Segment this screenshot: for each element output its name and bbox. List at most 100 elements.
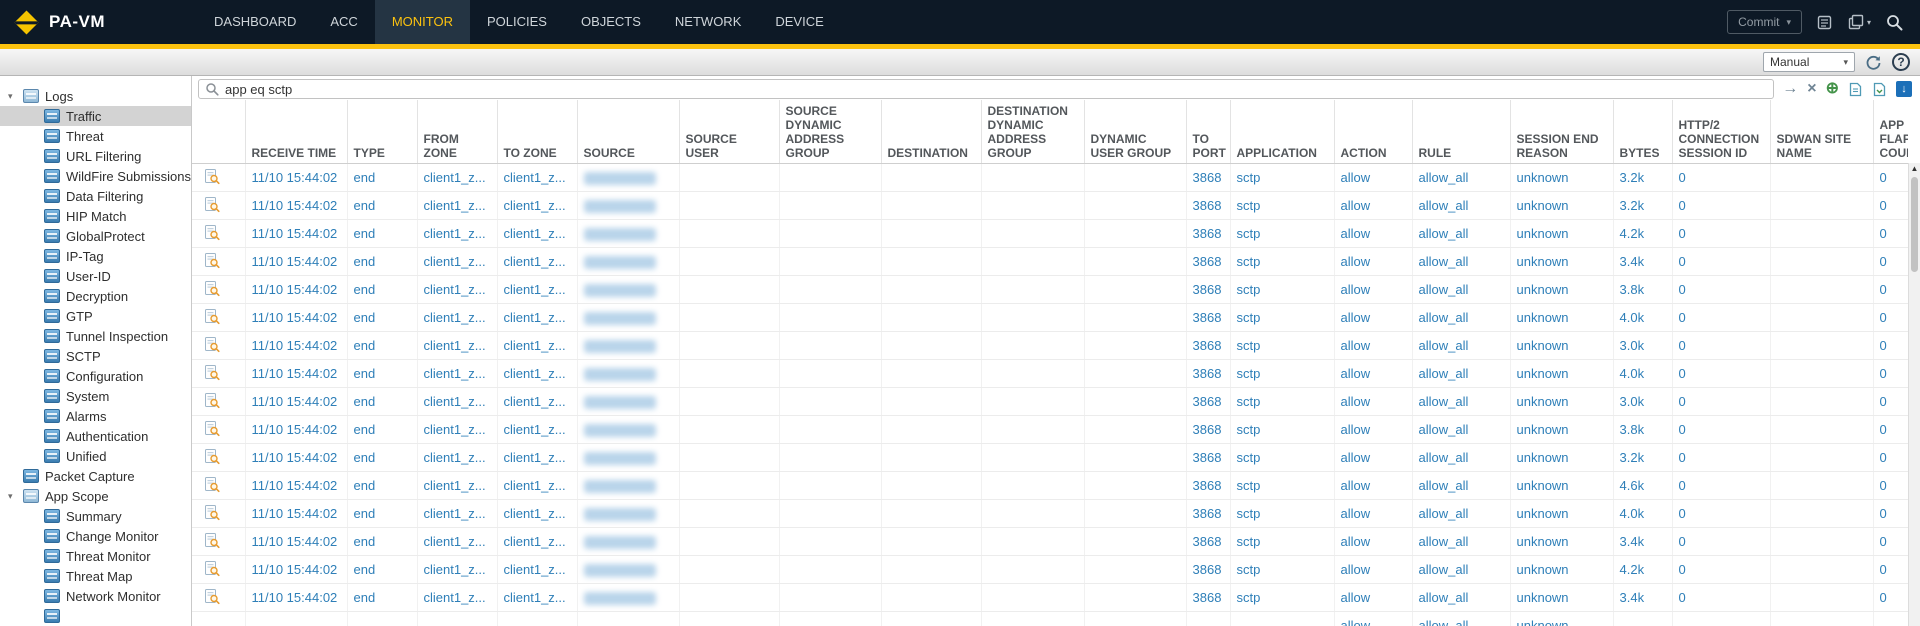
- sidebar-item-threat-map[interactable]: Threat Map: [0, 566, 191, 586]
- sidebar-item-sctp[interactable]: SCTP: [0, 346, 191, 366]
- clear-filter-icon[interactable]: ×: [1807, 81, 1816, 97]
- tab-dashboard[interactable]: DASHBOARD: [197, 0, 313, 44]
- log-row[interactable]: 11/10 15:44:02 end client1_z... client1_z..…: [192, 331, 1908, 360]
- refresh-interval-select[interactable]: Manual ▾: [1763, 52, 1855, 72]
- sidebar-item-hip-match[interactable]: HIP Match: [0, 206, 191, 226]
- sidebar-item-decryption[interactable]: Decryption: [0, 286, 191, 306]
- log-row[interactable]: allow allow_all unknown: [192, 611, 1908, 626]
- global-find-icon[interactable]: [1885, 13, 1904, 32]
- column-header-source-dynamic-address-group[interactable]: SOURCE DYNAMIC ADDRESS GROUP: [779, 100, 882, 164]
- tab-acc[interactable]: ACC: [313, 0, 374, 44]
- vertical-scrollbar[interactable]: ▲: [1908, 163, 1920, 626]
- log-detail-icon[interactable]: [192, 359, 246, 388]
- log-detail-icon[interactable]: [192, 555, 246, 584]
- sidebar-item-packet-capture[interactable]: ▾Packet Capture: [0, 466, 191, 486]
- log-detail-icon[interactable]: [192, 219, 246, 248]
- column-header-receive-time[interactable]: RECEIVE TIME: [245, 100, 348, 164]
- sidebar-item-ip-tag[interactable]: IP-Tag: [0, 246, 191, 266]
- column-header-application[interactable]: APPLICATION: [1230, 100, 1335, 164]
- column-header-icon[interactable]: [192, 100, 246, 164]
- column-header-to-port[interactable]: TO PORT: [1186, 100, 1231, 164]
- column-header-sdwan-site-name[interactable]: SDWAN SITE NAME: [1770, 100, 1874, 164]
- log-detail-icon[interactable]: [192, 303, 246, 332]
- sidebar-item-unified[interactable]: Unified: [0, 446, 191, 466]
- log-row[interactable]: 11/10 15:44:02 end client1_z... client1_z..…: [192, 191, 1908, 220]
- column-header-bytes[interactable]: BYTES: [1613, 100, 1673, 164]
- log-detail-icon[interactable]: [192, 499, 246, 528]
- sidebar-item-url-filtering[interactable]: URL Filtering: [0, 146, 191, 166]
- log-detail-icon[interactable]: [192, 191, 246, 220]
- sidebar-item-app-scope[interactable]: ▾ App Scope: [0, 486, 191, 506]
- sidebar-item-configuration[interactable]: Configuration: [0, 366, 191, 386]
- sidebar-item-globalprotect[interactable]: GlobalProtect: [0, 226, 191, 246]
- log-detail-icon[interactable]: [192, 415, 246, 444]
- log-detail-icon[interactable]: [192, 331, 246, 360]
- sidebar-item-summary[interactable]: Summary: [0, 506, 191, 526]
- column-header-source-user[interactable]: SOURCE USER: [679, 100, 780, 164]
- save-filter-icon[interactable]: [1848, 82, 1863, 97]
- column-header-type[interactable]: TYPE: [347, 100, 418, 164]
- log-row[interactable]: 11/10 15:44:02 end client1_z... client1_z..…: [192, 527, 1908, 556]
- tab-policies[interactable]: POLICIES: [470, 0, 564, 44]
- log-row[interactable]: 11/10 15:44:02 end client1_z... client1_z..…: [192, 247, 1908, 276]
- log-row[interactable]: 11/10 15:44:02 end client1_z... client1_z..…: [192, 499, 1908, 528]
- sidebar-item-change-monitor[interactable]: Change Monitor: [0, 526, 191, 546]
- scroll-up-icon[interactable]: ▲: [1909, 164, 1920, 173]
- column-header-app-flap-count[interactable]: APP FLAP COUNT: [1873, 100, 1908, 164]
- column-header-http2-connection-session-id[interactable]: HTTP/2 CONNECTION SESSION ID: [1672, 100, 1771, 164]
- load-filter-icon[interactable]: [1872, 82, 1887, 97]
- tree-expander-icon[interactable]: ▾: [8, 491, 23, 502]
- column-header-to-zone[interactable]: TO ZONE: [497, 100, 578, 164]
- log-detail-icon[interactable]: [192, 387, 246, 416]
- log-row[interactable]: 11/10 15:44:02 end client1_z... client1_z..…: [192, 471, 1908, 500]
- sidebar-item-threat[interactable]: Threat: [0, 126, 191, 146]
- log-row[interactable]: 11/10 15:44:02 end client1_z... client1_z..…: [192, 443, 1908, 472]
- export-icon[interactable]: ↓: [1896, 81, 1912, 97]
- tab-network[interactable]: NETWORK: [658, 0, 758, 44]
- column-header-rule[interactable]: RULE: [1412, 100, 1511, 164]
- tab-objects[interactable]: OBJECTS: [564, 0, 658, 44]
- refresh-icon[interactable]: [1865, 54, 1882, 71]
- sidebar-item-authentication[interactable]: Authentication: [0, 426, 191, 446]
- commit-status-icon[interactable]: ▾: [1847, 14, 1871, 31]
- sidebar-item-logs[interactable]: ▾ Logs: [0, 86, 191, 106]
- help-icon[interactable]: ?: [1892, 53, 1910, 71]
- sidebar-item-wildfire-submissions[interactable]: WildFire Submissions: [0, 166, 191, 186]
- sidebar-item-tunnel-inspection[interactable]: Tunnel Inspection: [0, 326, 191, 346]
- sidebar-item-threat-monitor[interactable]: Threat Monitor: [0, 546, 191, 566]
- tab-device[interactable]: DEVICE: [758, 0, 840, 44]
- scrollbar-thumb[interactable]: [1911, 177, 1918, 272]
- log-detail-icon[interactable]: [192, 471, 246, 500]
- log-row[interactable]: 11/10 15:44:02 end client1_z... client1_z..…: [192, 303, 1908, 332]
- column-header-from-zone[interactable]: FROM ZONE: [417, 100, 498, 164]
- tab-monitor[interactable]: MONITOR: [374, 0, 470, 44]
- log-detail-icon[interactable]: [192, 163, 246, 192]
- tasks-icon[interactable]: [1816, 14, 1833, 31]
- log-row[interactable]: 11/10 15:44:02 end client1_z... client1_z..…: [192, 359, 1908, 388]
- sidebar-item-user-id[interactable]: User-ID: [0, 266, 191, 286]
- log-detail-icon[interactable]: [192, 275, 246, 304]
- column-header-destination[interactable]: DESTINATION: [881, 100, 982, 164]
- sidebar-item-network-monitor[interactable]: Network Monitor: [0, 586, 191, 606]
- log-row[interactable]: 11/10 15:44:02 end client1_z... client1_z..…: [192, 583, 1908, 612]
- log-row[interactable]: 11/10 15:44:02 end client1_z... client1_z..…: [192, 415, 1908, 444]
- tree-expander-icon[interactable]: ▾: [8, 91, 23, 102]
- column-header-source[interactable]: SOURCE: [577, 100, 680, 164]
- log-row[interactable]: 11/10 15:44:02 end client1_z... client1_z..…: [192, 219, 1908, 248]
- log-detail-icon[interactable]: [192, 583, 246, 612]
- commit-button[interactable]: Commit ▾: [1727, 10, 1802, 34]
- log-detail-icon[interactable]: [192, 247, 246, 276]
- column-header-destination-dynamic-address-group[interactable]: DESTINATION DYNAMIC ADDRESS GROUP: [981, 100, 1085, 164]
- sidebar-item-system[interactable]: System: [0, 386, 191, 406]
- sidebar-item-data-filtering[interactable]: Data Filtering: [0, 186, 191, 206]
- filter-input[interactable]: [225, 80, 1768, 98]
- log-row[interactable]: 11/10 15:44:02 end client1_z... client1_z..…: [192, 163, 1908, 192]
- log-row[interactable]: 11/10 15:44:02 end client1_z... client1_z..…: [192, 555, 1908, 584]
- sidebar-item-alarms[interactable]: Alarms: [0, 406, 191, 426]
- sidebar-item-traffic[interactable]: Traffic: [0, 106, 191, 126]
- log-row[interactable]: 11/10 15:44:02 end client1_z... client1_z..…: [192, 275, 1908, 304]
- log-row[interactable]: 11/10 15:44:02 end client1_z... client1_z..…: [192, 387, 1908, 416]
- sidebar-item-gtp[interactable]: GTP: [0, 306, 191, 326]
- sidebar-item-traffic-map[interactable]: [0, 606, 191, 626]
- log-detail-icon[interactable]: [192, 443, 246, 472]
